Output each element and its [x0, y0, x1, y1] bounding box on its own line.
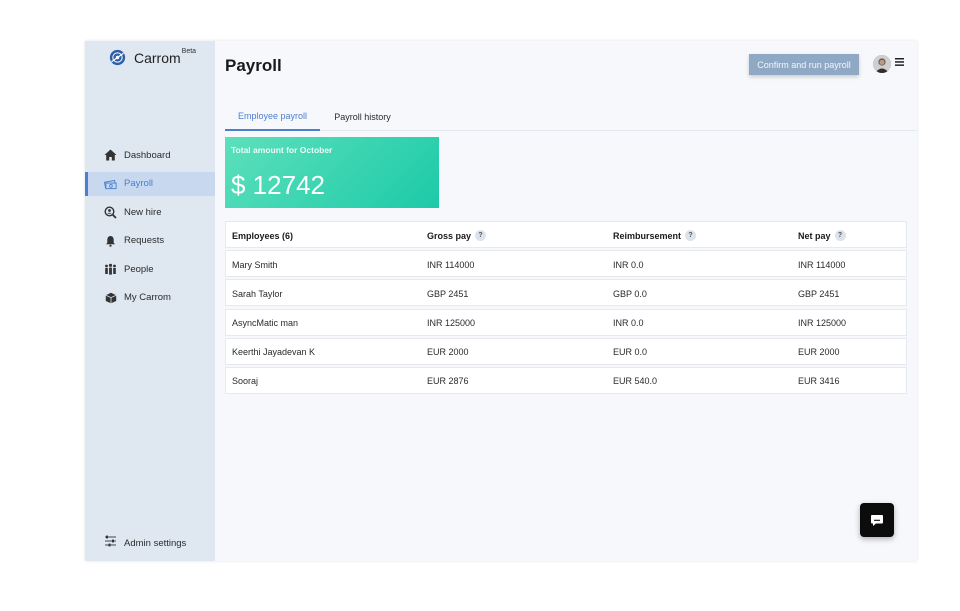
sidebar-item-payroll[interactable]: Payroll — [85, 171, 215, 196]
tab-payroll-history[interactable]: Payroll history — [320, 103, 405, 131]
sidebar-item-my-carrom[interactable]: My Carrom — [85, 286, 215, 310]
sidebar-item-label: Requests — [124, 235, 165, 247]
reimbursement: INR 0.0 — [613, 318, 644, 329]
table-row[interactable]: Sarah Taylor GBP 2451 GBP 0.0 GBP 2451 — [225, 279, 907, 307]
sidebar-item-people[interactable]: People — [85, 257, 215, 281]
people-icon — [104, 263, 117, 276]
net-pay: EUR 3416 — [798, 376, 840, 387]
app-window: CarromBeta Dashboard Payroll New hire Re… — [85, 41, 917, 561]
table-row[interactable]: AsyncMatic man INR 125000 INR 0.0 INR 12… — [225, 308, 907, 336]
gross-pay: INR 114000 — [427, 259, 475, 270]
header-gross-pay: Gross pay? — [427, 222, 487, 249]
tab-employee-payroll[interactable]: Employee payroll — [225, 103, 320, 131]
table-header-row: Employees (6) Gross pay? Reimbursement? … — [225, 221, 907, 248]
beta-badge: Beta — [181, 47, 197, 55]
brand[interactable]: CarromBeta — [109, 47, 197, 66]
payroll-table: Employees (6) Gross pay? Reimbursement? … — [225, 221, 907, 396]
net-pay: INR 114000 — [798, 259, 846, 270]
reimbursement: GBP 0.0 — [613, 288, 647, 299]
sliders-icon — [104, 534, 117, 552]
employee-name: Sarah Taylor — [232, 288, 283, 299]
reimbursement: EUR 540.0 — [613, 376, 658, 387]
sidebar-item-new-hire[interactable]: New hire — [85, 200, 215, 224]
hamburger-menu-icon[interactable] — [895, 58, 904, 66]
table-row[interactable]: Mary Smith INR 114000 INR 0.0 INR 114000 — [225, 250, 907, 278]
search-user-icon — [104, 206, 117, 219]
sidebar: CarromBeta Dashboard Payroll New hire Re… — [85, 41, 215, 561]
gross-pay: EUR 2876 — [427, 376, 469, 387]
header-reimbursement: Reimbursement? — [613, 222, 697, 249]
gross-pay: INR 125000 — [427, 318, 476, 329]
sidebar-item-label: New hire — [124, 206, 162, 218]
employee-name: Sooraj — [232, 376, 259, 387]
total-amount-card: Total amount for October $ 12742 — [225, 137, 439, 208]
money-icon — [104, 177, 117, 190]
reimbursement-help-icon[interactable]: ? — [685, 230, 697, 241]
avatar-icon[interactable] — [873, 55, 891, 73]
sidebar-nav: Dashboard Payroll New hire Requests Peop… — [85, 143, 215, 315]
carrom-logo-icon — [109, 49, 126, 66]
brand-name: CarromBeta — [134, 47, 197, 66]
sidebar-item-requests[interactable]: Requests — [85, 229, 215, 253]
gross-pay: EUR 2000 — [427, 347, 469, 358]
chat-button[interactable] — [860, 503, 894, 537]
header-net-pay: Net pay? — [798, 222, 846, 249]
gross-pay-help-icon[interactable]: ? — [475, 230, 487, 241]
employee-name: Mary Smith — [232, 259, 278, 270]
sidebar-item-label: Payroll — [124, 178, 154, 190]
reimbursement: INR 0.0 — [613, 259, 644, 270]
sidebar-item-label: People — [124, 263, 154, 275]
total-amount-label: Total amount for October — [231, 145, 333, 155]
home-icon — [104, 149, 117, 162]
total-amount-value: $ 12742 — [231, 170, 325, 200]
tab-bar: Employee payroll Payroll history — [225, 103, 917, 131]
employee-name: Keerthi Jayadevan K — [232, 347, 316, 358]
header-employees: Employees (6) — [232, 230, 294, 241]
table-row[interactable]: Keerthi Jayadevan K EUR 2000 EUR 0.0 EUR… — [225, 337, 907, 365]
sidebar-item-admin-settings[interactable]: Admin settings — [85, 533, 215, 553]
net-pay: EUR 2000 — [798, 347, 840, 358]
sidebar-item-dashboard[interactable]: Dashboard — [85, 143, 215, 167]
net-pay: INR 125000 — [798, 318, 847, 329]
gross-pay: GBP 2451 — [427, 288, 469, 299]
reimbursement: EUR 0.0 — [613, 347, 648, 358]
bell-icon — [104, 234, 117, 247]
sidebar-item-label: Dashboard — [124, 149, 171, 161]
employee-name: AsyncMatic man — [232, 318, 299, 329]
box-icon — [104, 291, 117, 304]
chat-bubble-icon — [871, 514, 883, 526]
net-pay: GBP 2451 — [798, 288, 840, 299]
table-row[interactable]: Sooraj EUR 2876 EUR 540.0 EUR 3416 — [225, 366, 907, 394]
confirm-run-payroll-button[interactable]: Confirm and run payroll — [749, 54, 859, 75]
admin-settings-label: Admin settings — [124, 537, 187, 549]
sidebar-item-label: My Carrom — [124, 292, 171, 304]
net-pay-help-icon[interactable]: ? — [834, 230, 846, 241]
page-title: Payroll — [225, 56, 282, 75]
